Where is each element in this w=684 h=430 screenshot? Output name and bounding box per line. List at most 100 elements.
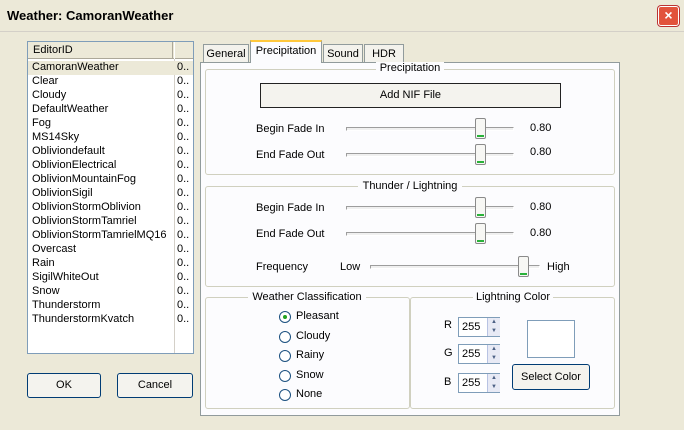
tab-sound[interactable]: Sound	[323, 44, 363, 62]
green-spinner-arrows-icon[interactable]: ▲ ▼	[487, 345, 500, 363]
precip-begin-fade-label: Begin Fade In	[256, 123, 325, 135]
list-item[interactable]: Rain 0..	[28, 257, 193, 271]
blue-label: B	[444, 376, 452, 388]
list-item-editorid: OblivionStormTamrielMQ16	[32, 229, 167, 241]
radio-label-cloudy[interactable]: Cloudy	[296, 330, 330, 342]
radio-label-none[interactable]: None	[296, 388, 322, 400]
list-item[interactable]: OblivionSigil 0..	[28, 187, 193, 201]
precip-end-fade-value: 0.80	[530, 146, 552, 158]
lightning-color-title: Lightning Color	[473, 291, 553, 303]
list-item[interactable]: OblivionMountainFog 0..	[28, 173, 193, 187]
list-item-editorid: Snow	[32, 285, 60, 297]
tab-general[interactable]: General	[203, 44, 249, 62]
list-item-value: 0..	[177, 131, 190, 143]
blue-spinner-arrows-icon[interactable]: ▲ ▼	[487, 374, 500, 392]
thunder-begin-fade-track	[346, 206, 514, 210]
list-item-editorid: OblivionElectrical	[32, 159, 117, 171]
ok-button[interactable]: OK	[27, 373, 101, 398]
tab-hdr[interactable]: HDR	[364, 44, 404, 62]
blue-spinner[interactable]: 255 ▲ ▼	[458, 373, 500, 393]
list-item-value: 0..	[177, 61, 190, 73]
cancel-button[interactable]: Cancel	[117, 373, 193, 398]
red-label: R	[444, 319, 452, 331]
radio-label-rainy[interactable]: Rainy	[296, 349, 324, 361]
frequency-low-label: Low	[340, 261, 361, 273]
list-item-editorid: Overcast	[32, 243, 77, 255]
thunder-end-fade-track	[346, 232, 514, 236]
list-item[interactable]: OblivionStormTamrielMQ16 0..	[28, 229, 193, 243]
add-nif-file-button[interactable]: Add NIF File	[260, 83, 561, 108]
list-item[interactable]: CamoranWeather 0..	[28, 61, 193, 75]
frequency-label: Frequency	[256, 261, 308, 273]
list-item-value: 0..	[177, 299, 190, 311]
weather-list[interactable]: EditorID CamoranWeather 0.. Clear 0.. Cloudy…	[27, 41, 194, 354]
list-item-editorid: OblivionStormTamriel	[32, 215, 137, 227]
precipitation-group-title: Precipitation	[376, 62, 444, 74]
list-item[interactable]: Clear 0..	[28, 75, 193, 89]
list-item-editorid: ThunderstormKvatch	[32, 313, 135, 325]
tab-precipitation[interactable]: Precipitation	[250, 40, 322, 63]
list-header: EditorID	[28, 42, 193, 59]
list-item-editorid: Rain	[32, 257, 55, 269]
list-item-value: 0..	[177, 89, 190, 101]
list-item-value: 0..	[177, 285, 190, 297]
list-item-value: 0..	[177, 103, 190, 115]
radio-label-snow[interactable]: Snow	[296, 369, 324, 381]
list-item[interactable]: Cloudy 0..	[28, 89, 193, 103]
precip-begin-fade-slider[interactable]	[475, 118, 487, 139]
list-item-value: 0..	[177, 75, 190, 87]
list-item-editorid: Clear	[32, 75, 59, 87]
thunder-begin-fade-value: 0.80	[530, 201, 552, 213]
list-item-value: 0..	[177, 271, 190, 283]
red-spinner[interactable]: 255 ▲ ▼	[458, 317, 500, 337]
radio-rainy[interactable]	[279, 350, 291, 362]
list-item[interactable]: MS14Sky 0..	[28, 131, 193, 145]
list-item-editorid: DefaultWeather	[32, 103, 109, 115]
red-value: 255	[462, 321, 481, 333]
radio-snow[interactable]	[279, 369, 291, 382]
list-item[interactable]: Obliviondefault 0..	[28, 145, 193, 159]
list-item[interactable]: Overcast 0..	[28, 243, 193, 257]
column-header-editorid[interactable]: EditorID	[28, 42, 173, 59]
list-item[interactable]: OblivionElectrical 0..	[28, 159, 193, 173]
green-label: G	[444, 347, 453, 359]
precip-begin-fade-track	[346, 127, 514, 131]
precip-end-fade-label: End Fade Out	[256, 149, 325, 161]
list-item[interactable]: Fog 0..	[28, 117, 193, 131]
list-item[interactable]: Snow 0..	[28, 285, 193, 299]
radio-cloudy[interactable]	[279, 330, 291, 343]
lightning-color-group	[410, 297, 615, 409]
list-item-value: 0..	[177, 229, 190, 241]
radio-pleasant[interactable]	[279, 311, 291, 323]
list-item-editorid: Fog	[32, 117, 51, 129]
close-button[interactable]: ×	[658, 6, 679, 26]
red-spinner-arrows-icon[interactable]: ▲ ▼	[487, 318, 500, 336]
frequency-slider[interactable]	[518, 256, 529, 277]
radio-label-pleasant[interactable]: Pleasant	[296, 310, 339, 322]
thunder-begin-fade-label: Begin Fade In	[256, 202, 325, 214]
list-item-value: 0..	[177, 173, 190, 185]
precip-end-fade-slider[interactable]	[475, 144, 487, 165]
thunder-lightning-group-title: Thunder / Lightning	[358, 180, 462, 192]
list-item-value: 0..	[177, 187, 190, 199]
list-item[interactable]: ThunderstormKvatch 0..	[28, 313, 193, 327]
list-item-editorid: CamoranWeather	[32, 61, 119, 73]
list-item-editorid: OblivionStormOblivion	[32, 201, 141, 213]
thunder-end-fade-slider[interactable]	[475, 223, 487, 244]
thunder-begin-fade-slider[interactable]	[475, 197, 487, 218]
list-item-value: 0..	[177, 313, 190, 325]
select-color-button[interactable]: Select Color	[512, 364, 590, 390]
blue-value: 255	[462, 377, 481, 389]
list-item-value: 0..	[177, 201, 190, 213]
precip-end-fade-track	[346, 153, 514, 157]
list-item[interactable]: DefaultWeather 0..	[28, 103, 193, 117]
list-item-editorid: OblivionMountainFog	[32, 173, 136, 185]
green-spinner[interactable]: 255 ▲ ▼	[458, 344, 500, 364]
list-item[interactable]: Thunderstorm 0..	[28, 299, 193, 313]
list-item[interactable]: SigilWhiteOut 0..	[28, 271, 193, 285]
list-item[interactable]: OblivionStormTamriel 0..	[28, 215, 193, 229]
list-item-editorid: SigilWhiteOut	[32, 271, 99, 283]
radio-none[interactable]	[279, 389, 291, 401]
column-header-value[interactable]	[174, 42, 193, 59]
list-item[interactable]: OblivionStormOblivion 0..	[28, 201, 193, 215]
